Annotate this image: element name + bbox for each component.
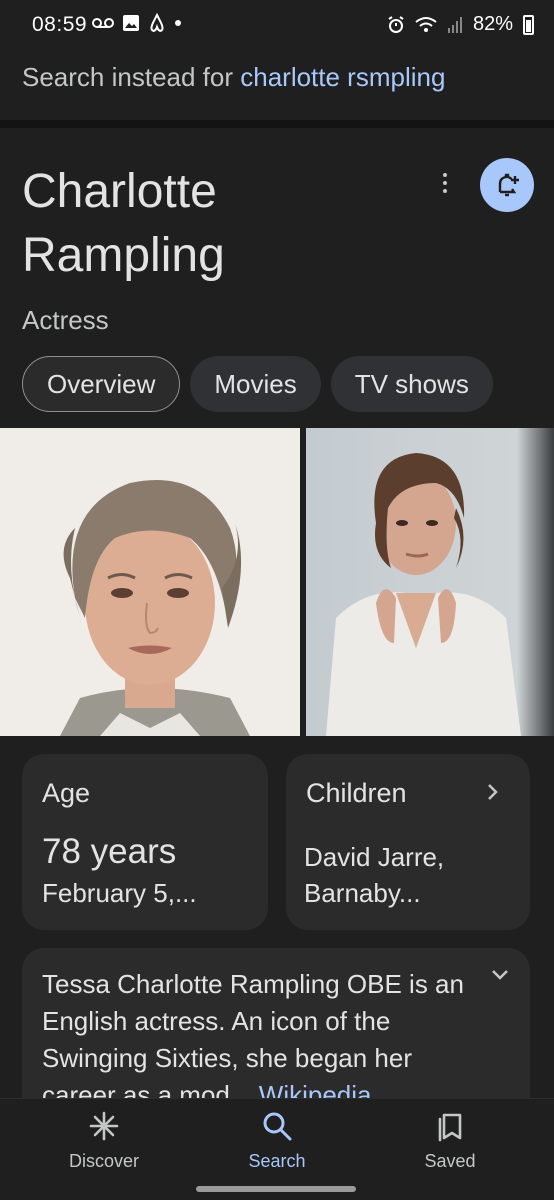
entity-title-line1: Charlotte [22, 165, 217, 218]
nav-saved-label: Saved [424, 1151, 476, 1171]
nav-search-label: Search [248, 1151, 306, 1171]
tab-movies[interactable]: Movies [190, 356, 321, 412]
tab-chips: Overview Movies TV shows [22, 356, 493, 412]
age-value: 78 years [42, 832, 177, 871]
nav-saved[interactable]: Saved [370, 1109, 530, 1172]
section-divider [0, 120, 554, 128]
gesture-home-bar[interactable] [196, 1186, 356, 1192]
tab-overview[interactable]: Overview [22, 356, 181, 412]
portrait-photo-1 [0, 428, 300, 736]
status-bar: 08:59 82% [0, 0, 554, 50]
battery-percent: 82% [472, 13, 513, 35]
tab-tv-shows[interactable]: TV shows [330, 356, 493, 412]
search-instead-link[interactable]: charlotte rsmpling [240, 62, 445, 92]
search-instead-prefix: Search instead for [22, 62, 241, 92]
entity-subtitle: Actress [22, 305, 109, 335]
status-icons-left [92, 13, 182, 33]
children-line1: David Jarre, [304, 842, 445, 872]
status-time: 08:59 [32, 13, 88, 36]
image-icon [123, 15, 139, 31]
chevron-down-icon[interactable] [490, 968, 510, 982]
more-vert-icon [443, 173, 447, 177]
birth-date: February 5,... [42, 878, 197, 908]
follow-button[interactable] [480, 158, 534, 212]
entity-title-line2: Rampling [22, 229, 225, 282]
entity-title: Charlotte Rampling [22, 160, 382, 288]
search-instead-line: Search instead for charlotte rsmpling [22, 62, 445, 93]
bottom-navigation: Discover Search Saved [0, 1098, 554, 1200]
description-text: Tessa Charlotte Rampling OBE is an Engli… [42, 966, 482, 1114]
children-card[interactable]: Children David Jarre, Barnaby... [286, 754, 530, 930]
nav-discover[interactable]: Discover [24, 1109, 184, 1172]
wifi-icon [415, 16, 437, 32]
nav-search[interactable]: Search [197, 1109, 357, 1172]
description-body: Tessa Charlotte Rampling OBE is an Engli… [42, 969, 464, 1110]
asterisk-icon [89, 1111, 119, 1141]
status-icons-right: 82% [387, 13, 534, 36]
children-label: Children [306, 778, 407, 808]
children-line2: Barnaby... [304, 878, 421, 908]
signal-icon [447, 16, 462, 33]
bell-add-icon [498, 173, 519, 197]
dot-icon [175, 20, 181, 26]
age-card[interactable]: Age 78 years February 5,... [22, 754, 268, 930]
portrait-photo-2 [306, 428, 554, 736]
portrait-image-2[interactable] [306, 428, 554, 736]
bookmarks-icon [438, 1113, 462, 1142]
chevron-right-icon [488, 784, 498, 800]
nav-discover-label: Discover [68, 1151, 139, 1171]
battery-icon [523, 14, 534, 35]
portrait-image-1[interactable] [0, 428, 300, 736]
search-icon [263, 1112, 292, 1141]
alarm-icon [388, 15, 404, 33]
voicemail-icon [92, 18, 114, 28]
age-label: Age [42, 778, 91, 808]
more-options-button[interactable] [430, 165, 460, 201]
airbnb-icon [150, 13, 164, 32]
